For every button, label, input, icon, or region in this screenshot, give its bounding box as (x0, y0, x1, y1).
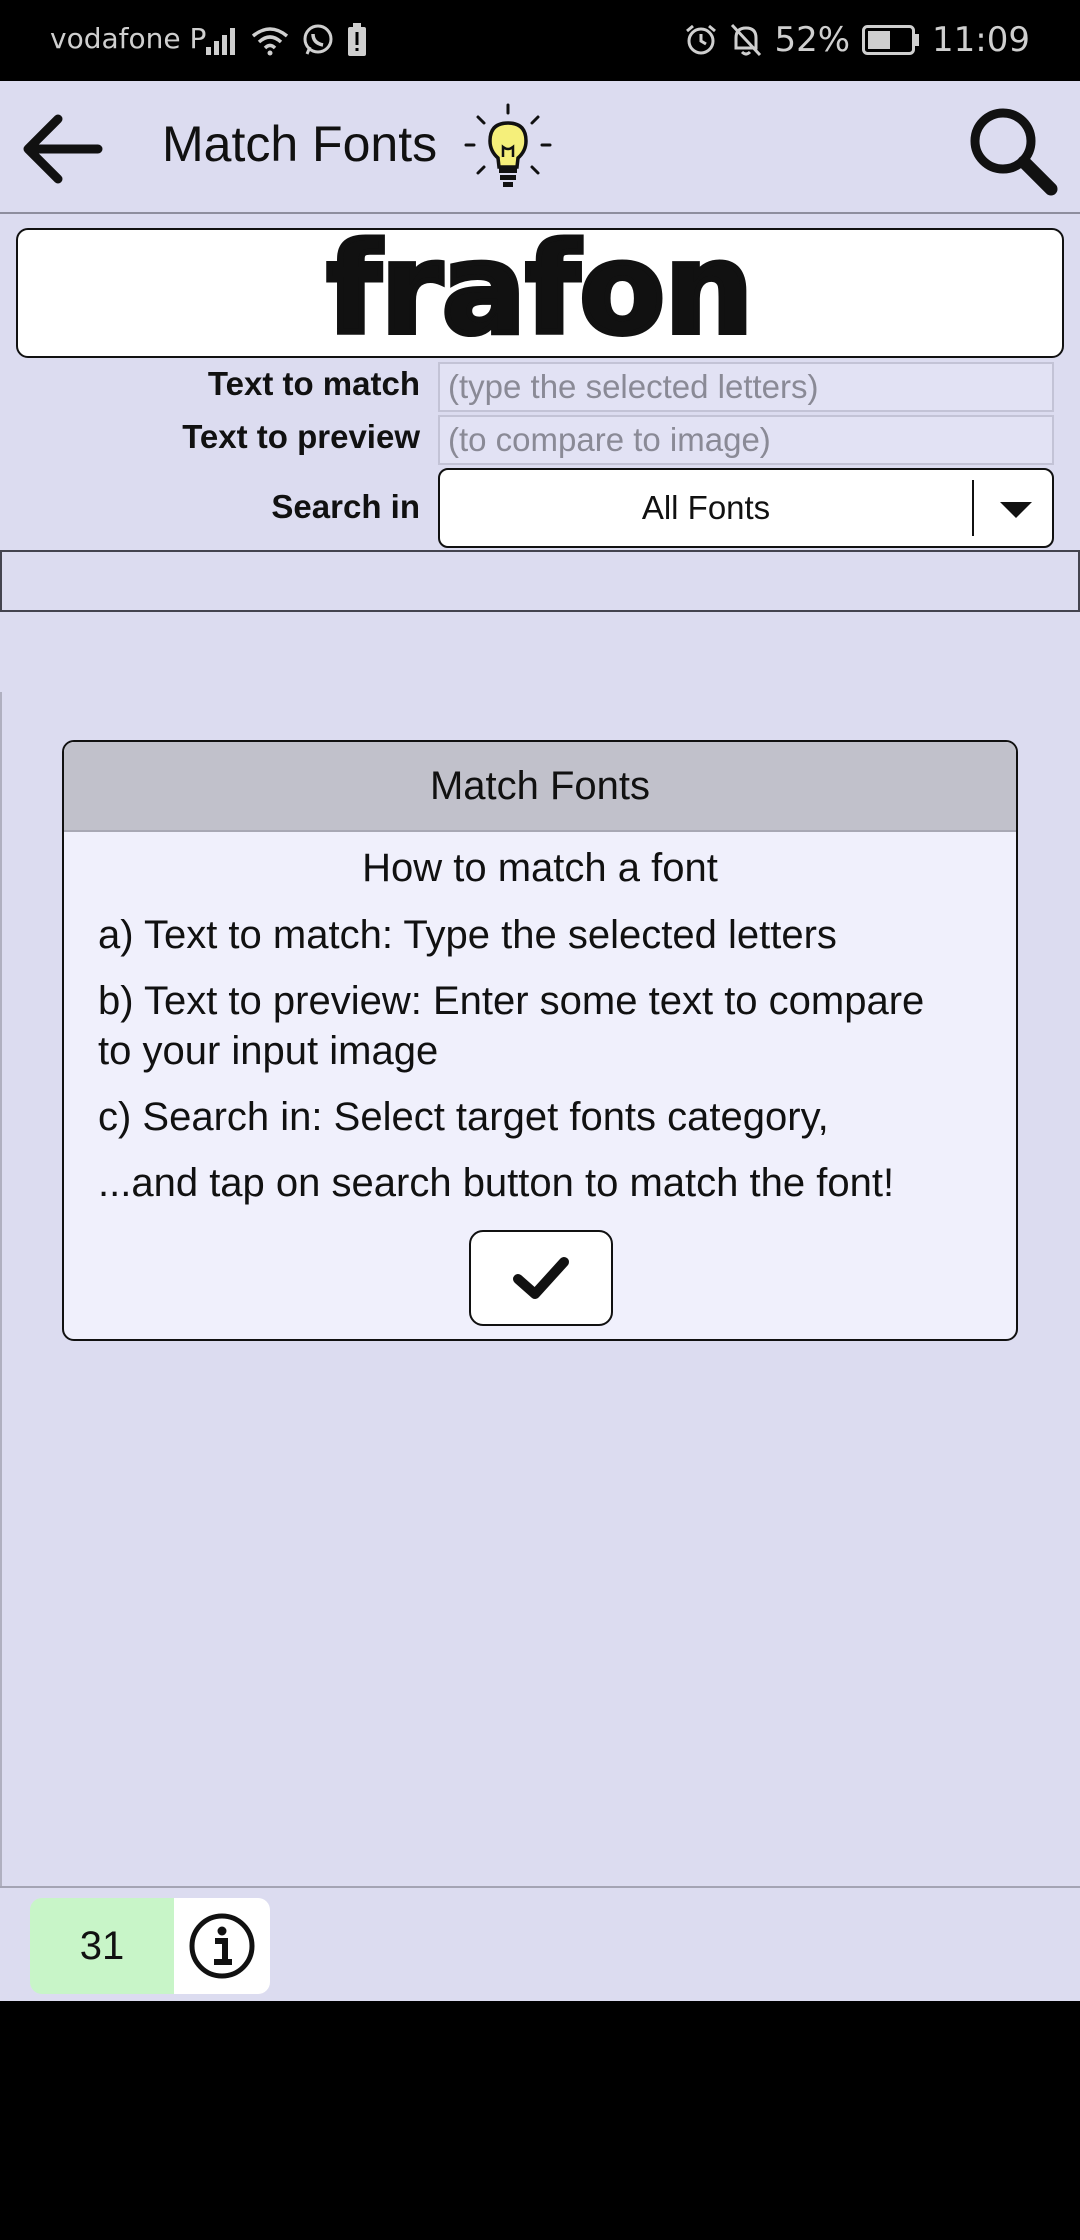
text-to-match-input[interactable] (438, 362, 1054, 412)
info-button[interactable] (174, 1898, 270, 1994)
page-title: Match Fonts (162, 116, 438, 172)
results-border (0, 692, 2, 1886)
wifi-icon (251, 27, 289, 56)
sample-text-image: frafon (324, 230, 756, 356)
text-to-match-label: Text to match (207, 365, 420, 402)
battery-percent: 52% (774, 20, 851, 60)
ok-button[interactable] (469, 1230, 613, 1326)
battery-alert-icon (348, 23, 366, 56)
sample-image[interactable]: frafon (16, 228, 1064, 358)
text-to-preview-input[interactable] (438, 415, 1054, 465)
search-in-value: All Fonts (641, 489, 771, 526)
toolbar: Match Fonts (0, 81, 1080, 214)
status-icons-right: 52% 11:09 (684, 18, 1030, 62)
dialog-line-b2: to your input image (98, 1029, 439, 1073)
clock: 11:09 (932, 20, 1030, 60)
signal-icon (206, 28, 235, 55)
search-in-label: Search in (271, 488, 420, 525)
footer-divider (0, 1886, 1080, 1888)
info-icon (189, 1913, 255, 1979)
navigation-bar (0, 2001, 1080, 2240)
sample-text: frafon (327, 230, 753, 356)
back-arrow-icon[interactable] (18, 107, 106, 191)
help-dialog: Match Fonts How to match a font a) Text … (62, 740, 1018, 1341)
dialog-title: Match Fonts (64, 742, 1016, 832)
notifications-off-icon (731, 23, 762, 57)
app-screen: Match Fonts frafon Text to match (type t… (0, 81, 1080, 2001)
search-in-dropdown[interactable]: All Fonts (438, 468, 1054, 548)
status-icons-left (205, 20, 367, 60)
whatsapp-icon (303, 24, 333, 55)
results-strip (0, 550, 1080, 612)
battery-icon (862, 25, 920, 55)
chevron-down-icon[interactable] (994, 492, 1038, 528)
lightbulb-icon[interactable] (462, 101, 554, 193)
dialog-line-a: a) Text to match: Type the selected lett… (98, 913, 837, 957)
checkmark-icon (513, 1257, 569, 1299)
status-bar: vodafone P 52% 11:09 (0, 0, 1080, 81)
dialog-line-c: c) Search in: Select target fonts catego… (98, 1095, 829, 1139)
alarm-icon (686, 24, 717, 55)
dialog-subtitle: How to match a font (362, 846, 718, 890)
credits-counter: 31 (30, 1898, 174, 1994)
text-to-preview-label: Text to preview (182, 418, 420, 455)
carrier-name: vodafone P (50, 22, 207, 55)
dialog-line-b1: b) Text to preview: Enter some text to c… (98, 979, 925, 1023)
search-icon[interactable] (965, 103, 1059, 197)
dialog-line-d: ...and tap on search button to match the… (98, 1161, 895, 1205)
dropdown-divider (972, 480, 974, 536)
